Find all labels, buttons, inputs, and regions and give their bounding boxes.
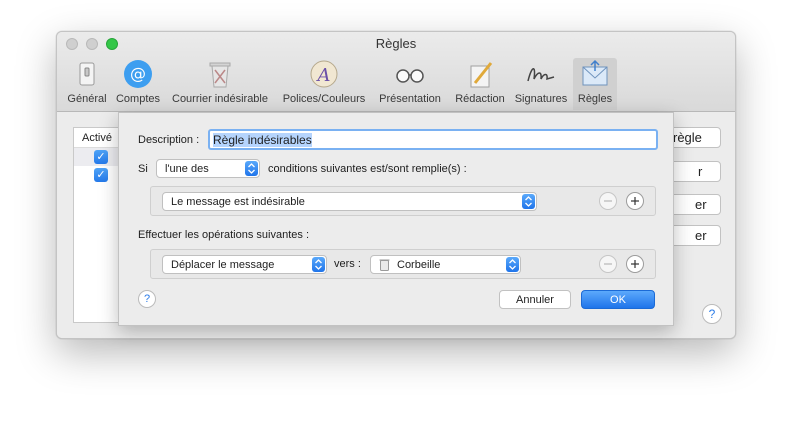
rules-envelope-icon [582,59,608,86]
plus-icon [631,197,639,205]
at-sign-icon: @ [124,60,152,88]
mailbox-popup[interactable]: Corbeille [370,255,521,274]
match-popup-value: l'une des [165,163,209,175]
if-label: Si [138,163,148,175]
toolbar-item-composing[interactable]: Rédaction [449,58,511,110]
rule-enabled-checkbox[interactable]: ✓ [94,168,108,182]
toolbar-label-general: Général [67,93,107,105]
switch-icon [79,62,95,86]
title-bar: Règles Général @ Comptes Courrier indési… [57,32,735,112]
toolbar-item-general[interactable]: Général [63,58,111,110]
svg-text:@: @ [130,64,146,83]
condition-row: Le message est indésirable [150,186,656,216]
condition-popup-value: Le message est indésirable [171,196,305,208]
chevron-updown-icon [522,194,535,209]
description-label: Description : [138,134,200,146]
condition-popup[interactable]: Le message est indésirable [162,192,537,211]
font-colors-icon: A [310,60,338,88]
chevron-updown-icon [312,257,325,272]
toolbar-item-fonts[interactable]: A Polices/Couleurs [279,58,369,110]
match-popup[interactable]: l'une des [156,159,260,178]
glasses-icon [396,69,424,83]
toolbar-item-accounts[interactable]: @ Comptes [113,58,163,110]
svg-text:A: A [316,65,331,86]
cancel-button[interactable]: Annuler [499,290,571,309]
toolbar-label-composing: Rédaction [455,93,505,105]
toolbar-label-fonts: Polices/Couleurs [282,93,366,105]
rule-enabled-checkbox[interactable]: ✓ [94,150,108,164]
toolbar-label-accounts: Comptes [115,93,161,105]
chevron-updown-icon [506,257,519,272]
toolbar-item-rules[interactable]: Règles [573,58,617,110]
toolbar-label-signatures: Signatures [514,93,568,105]
help-button[interactable]: ? [702,304,722,324]
remove-action-button[interactable] [599,255,617,273]
toolbar-item-junk[interactable]: Courrier indésirable [165,58,275,110]
toolbar-label-viewing: Présentation [379,93,441,105]
description-field[interactable]: Règle indésirables [208,129,658,150]
action-popup[interactable]: Déplacer le message [162,255,327,274]
mailbox-popup-value: Corbeille [397,259,441,271]
action-popup-value: Déplacer le message [171,259,275,271]
chevron-updown-icon [245,161,258,176]
plus-icon [631,260,639,268]
action-row: Déplacer le message vers : Corbeille [150,249,656,279]
junk-trash-icon [209,62,231,88]
conditions-text: conditions suivantes est/sont remplie(s)… [268,163,467,175]
window-title: Règles [375,36,417,51]
toolbar-label-junk: Courrier indésirable [172,93,268,105]
actions-label: Effectuer les opérations suivantes : [138,229,310,241]
rule-edit-sheet: Description : Règle indésirables Si l'un… [118,112,674,326]
add-condition-button[interactable] [626,192,644,210]
sheet-help-button[interactable]: ? [138,290,156,308]
signature-icon [527,68,555,82]
toolbar-item-viewing[interactable]: Présentation [373,58,447,110]
ok-button[interactable]: OK [581,290,655,309]
add-action-button[interactable] [626,255,644,273]
minus-icon [604,200,612,202]
toolbar-item-signatures[interactable]: Signatures [511,58,571,110]
to-label: vers : [334,258,361,270]
toolbar-label-rules: Règles [577,93,613,105]
remove-condition-button[interactable] [599,192,617,210]
pencil-paper-icon [470,62,493,88]
minus-icon [604,263,612,265]
description-value: Règle indésirables [213,133,312,147]
trash-icon [379,259,390,271]
